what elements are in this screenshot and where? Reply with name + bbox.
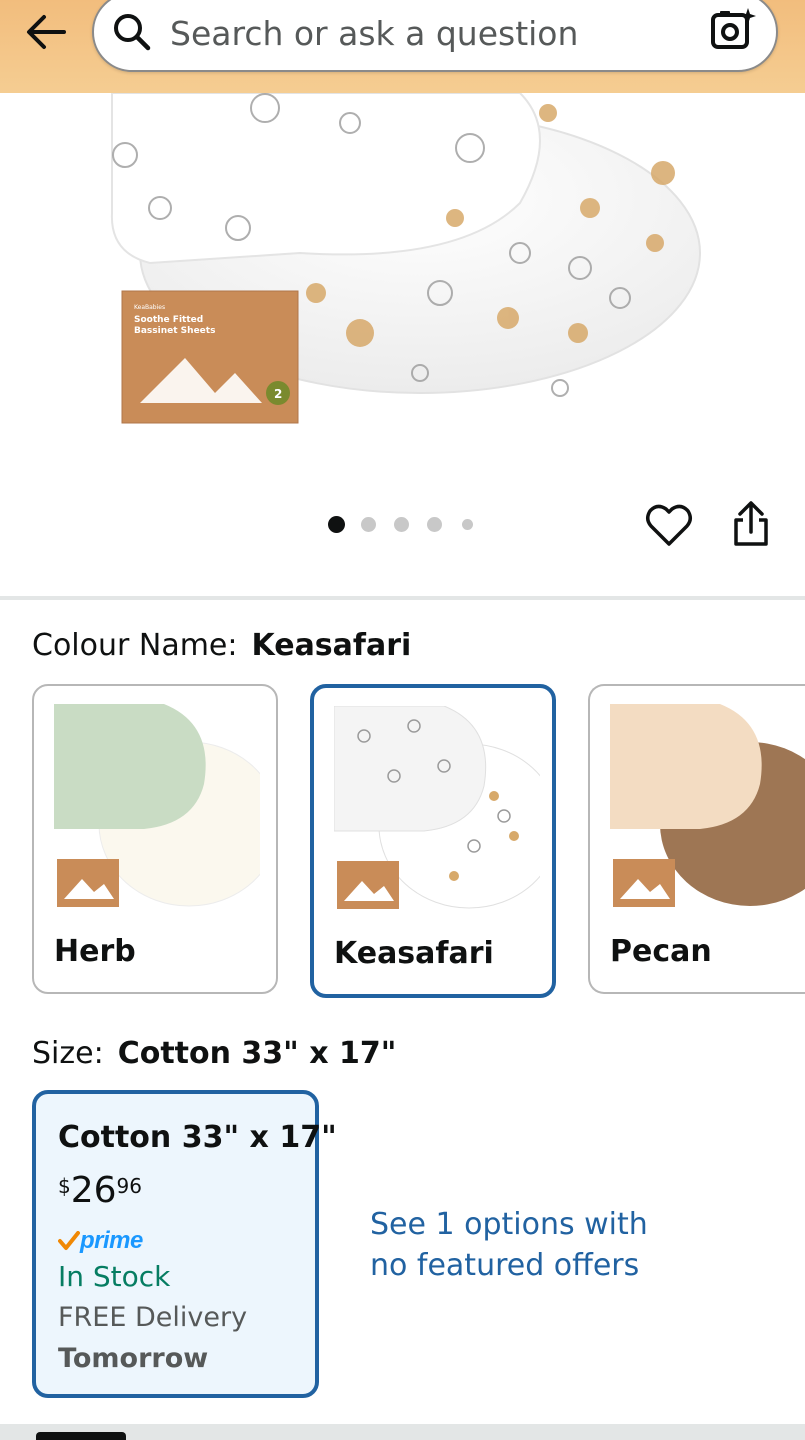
see-options-link[interactable]: See 1 options with no featured offers [370,1204,670,1286]
price-symbol: $ [58,1174,71,1198]
prime-label: prime [80,1227,143,1254]
wishlist-button[interactable] [644,500,694,550]
packaging-brand: KeaBabies [134,304,165,311]
colour-name-label: Colour Name: Keasafari [32,628,411,663]
packaging-title-1: Soothe Fitted [134,315,203,325]
prime-badge: prime [58,1226,143,1256]
see-options-line-1: See 1 options with [370,1207,648,1242]
product-image[interactable]: Soothe Fitted Bassinet Sheets KeaBabies … [0,93,805,453]
prime-check-icon [58,1231,80,1250]
colour-option-pecan[interactable]: Pecan [588,684,805,994]
carousel-dot[interactable] [394,517,409,532]
search-icon [114,14,151,51]
heart-icon [646,504,692,546]
section-divider [0,596,805,600]
price: $2696 [58,1170,142,1211]
carousel-dot-active[interactable] [328,516,345,533]
top-search-bar [0,0,805,93]
see-options-line-2: no featured offers [370,1248,640,1283]
stock-status: In Stock [58,1260,171,1293]
swatch-image-pecan [610,704,805,907]
share-button[interactable] [726,498,776,550]
swatch-label-pecan: Pecan [610,934,712,969]
search-box[interactable] [92,0,778,72]
carousel-dot[interactable] [427,517,442,532]
carousel-dot[interactable] [462,519,473,530]
size-selected-value: Cotton 33" x 17" [117,1036,397,1071]
colour-label-text: Colour Name: [32,628,238,663]
svg-text:2: 2 [274,387,282,401]
delivery-text: FREE Delivery [58,1302,248,1333]
price-whole: 26 [70,1170,117,1211]
price-fraction: 96 [116,1174,142,1198]
share-icon [734,501,768,546]
back-button[interactable] [18,6,74,58]
size-option-card[interactable]: Cotton 33" x 17" $2696 prime In Stock FR… [32,1090,337,1398]
colour-option-herb[interactable]: Herb [32,684,278,994]
size-label: Size: Cotton 33" x 17" [32,1036,396,1071]
swatch-label-keasafari: Keasafari [334,936,494,971]
colour-selected-value: Keasafari [251,628,412,663]
swatch-image-keasafari [334,706,540,909]
swatch-image-herb [54,704,260,907]
camera-sparkle-icon[interactable] [710,6,756,52]
search-input[interactable] [170,8,690,58]
swatch-label-herb: Herb [54,934,136,969]
delivery-day: Tomorrow [58,1343,209,1374]
colour-option-keasafari[interactable]: Keasafari [310,684,556,998]
arrow-left-icon [27,15,66,49]
size-option-title: Cotton 33" x 17" [58,1120,337,1155]
packaging-title-2: Bassinet Sheets [134,326,215,336]
bottom-tab-indicator [36,1432,126,1440]
bassinet-sheets-photo: Soothe Fitted Bassinet Sheets KeaBabies … [110,93,701,424]
carousel-dot[interactable] [361,517,376,532]
size-label-text: Size: [32,1036,104,1071]
